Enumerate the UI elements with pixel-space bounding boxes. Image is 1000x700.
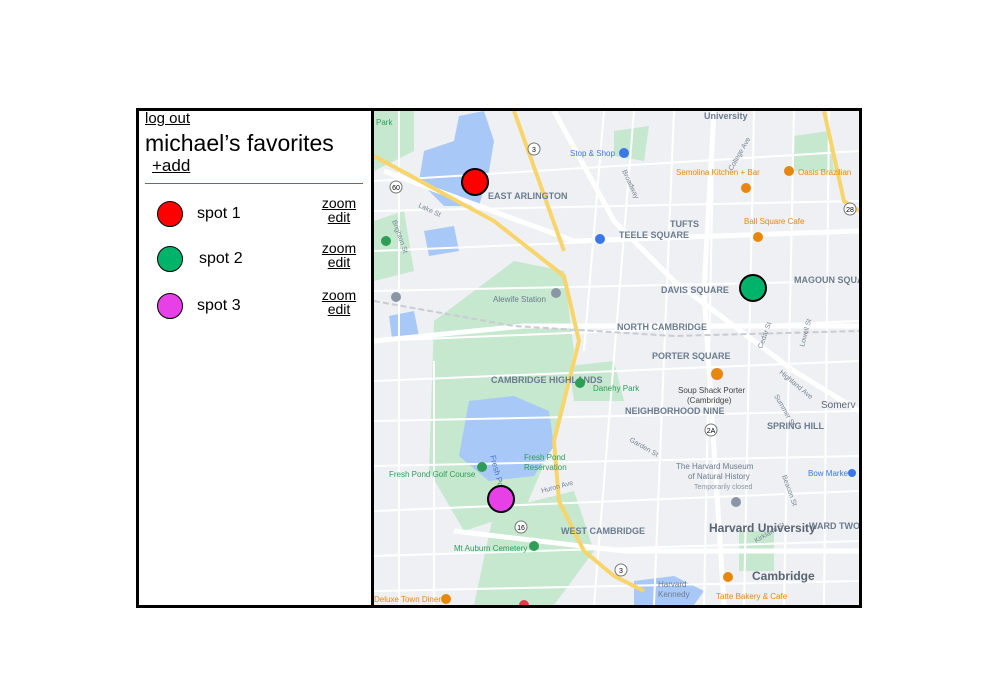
label-ward-two: WARD TWO — [809, 521, 859, 531]
spot-1-actions: zoom edit — [317, 196, 361, 224]
svg-text:(Cambridge): (Cambridge) — [687, 396, 732, 405]
divider — [145, 183, 363, 184]
svg-text:Harvard: Harvard — [658, 580, 686, 589]
cafe-icon — [723, 572, 733, 582]
marker-spot-3[interactable] — [487, 485, 515, 513]
restaurant-icon — [753, 232, 763, 242]
page-title: michael’s favorites — [145, 130, 334, 156]
svg-text:Fresh Pond Golf Course: Fresh Pond Golf Course — [389, 470, 476, 479]
spot-2-actions: zoom edit — [317, 241, 361, 269]
list-item-spot-3: spot 3 zoom edit — [139, 288, 371, 328]
svg-text:Deluxe Town Diner: Deluxe Town Diner — [374, 595, 441, 604]
spot-2-color-dot — [157, 246, 183, 272]
museum-icon — [731, 497, 741, 507]
cemetery-icon — [529, 541, 539, 551]
map-canvas[interactable]: 3 60 16 3 2A 28 EAST ARLINGTON TEELE SQU… — [374, 111, 859, 605]
spot-2-zoom-link[interactable]: zoom — [317, 241, 361, 255]
spot-3-label: spot 3 — [197, 297, 241, 314]
restaurant-icon — [441, 594, 451, 604]
label-tufts: TUFTS — [670, 219, 699, 229]
label-somerville: Somerv — [821, 400, 855, 411]
svg-text:Beacon St: Beacon St — [780, 474, 798, 507]
label-neighborhood-nine: NEIGHBORHOOD NINE — [625, 406, 725, 416]
svg-text:Semolina Kitchen + Bar: Semolina Kitchen + Bar — [676, 168, 760, 177]
svg-text:3: 3 — [619, 568, 623, 575]
restaurant-icon — [741, 183, 751, 193]
svg-text:Park: Park — [376, 118, 393, 127]
svg-text:28: 28 — [846, 207, 854, 214]
golf-icon — [477, 462, 487, 472]
add-spot-button[interactable]: +add — [152, 156, 190, 176]
spot-3-color-dot — [157, 293, 183, 319]
label-teele-square: TEELE SQUARE — [619, 230, 689, 240]
svg-text:60: 60 — [392, 185, 400, 192]
spot-1-color-dot — [157, 201, 183, 227]
svg-text:Kennedy: Kennedy — [658, 590, 690, 599]
label-porter-square: PORTER SQUARE — [652, 351, 731, 361]
svg-text:Alewife Station: Alewife Station — [493, 295, 546, 304]
label-university: University — [704, 111, 748, 121]
label-east-arlington: EAST ARLINGTON — [488, 191, 568, 201]
svg-text:Bow Market: Bow Market — [808, 469, 851, 478]
list-item-spot-1: spot 1 zoom edit — [139, 196, 371, 236]
transit-icon — [551, 288, 561, 298]
svg-text:College Ave: College Ave — [728, 136, 753, 172]
svg-text:16: 16 — [517, 525, 525, 532]
svg-text:Garden St: Garden St — [628, 437, 659, 459]
label-west-cambridge: WEST CAMBRIDGE — [561, 526, 645, 536]
svg-text:Soup Shack Porter: Soup Shack Porter — [678, 386, 745, 395]
spot-3-edit-link[interactable]: edit — [317, 302, 361, 316]
svg-text:Fresh Pond: Fresh Pond — [524, 453, 565, 462]
marker-spot-2[interactable] — [739, 274, 767, 302]
label-north-cambridge: NORTH CAMBRIDGE — [617, 322, 707, 332]
restaurant-icon — [784, 166, 794, 176]
svg-text:Reservation: Reservation — [524, 463, 567, 472]
shopping-icon — [619, 148, 629, 158]
svg-text:Mt Auburn Cemetery: Mt Auburn Cemetery — [454, 544, 527, 553]
label-cambridge: Cambridge — [752, 569, 815, 583]
transit-icon — [391, 292, 401, 302]
poi-stop-shop: Stop & Shop — [570, 149, 615, 158]
svg-text:3: 3 — [532, 147, 536, 154]
spot-3-zoom-link[interactable]: zoom — [317, 288, 361, 302]
svg-text:Tatte Bakery & Cafe: Tatte Bakery & Cafe — [716, 592, 788, 601]
svg-text:Ball Square Cafe: Ball Square Cafe — [744, 217, 805, 226]
logout-link[interactable]: log out — [145, 111, 190, 127]
spot-1-edit-link[interactable]: edit — [317, 210, 361, 224]
marker-spot-1[interactable] — [461, 168, 489, 196]
app-frame: log out michael’s favorites +add spot 1 … — [136, 108, 862, 608]
svg-text:Danehy Park: Danehy Park — [593, 384, 640, 393]
list-item-spot-2: spot 2 zoom edit — [139, 241, 371, 281]
restaurant-icon — [711, 368, 723, 380]
favorites-sidebar: log out michael’s favorites +add spot 1 … — [139, 111, 374, 605]
label-magoun-square: MAGOUN SQUARE — [794, 275, 859, 285]
label-cambridge-highlands: CAMBRIDGE HIGHLANDS — [491, 375, 603, 385]
map-view[interactable]: 3 60 16 3 2A 28 EAST ARLINGTON TEELE SQU… — [374, 111, 859, 605]
park-icon — [575, 378, 585, 388]
spot-3-actions: zoom edit — [317, 288, 361, 316]
spot-1-label: spot 1 — [197, 205, 241, 222]
svg-text:The Harvard Museum: The Harvard Museum — [676, 462, 754, 471]
svg-text:of Natural History: of Natural History — [688, 472, 750, 481]
label-davis-square: DAVIS SQUARE — [661, 285, 729, 295]
svg-text:2A: 2A — [707, 428, 716, 435]
home-icon — [595, 234, 605, 244]
park-icon — [381, 236, 391, 246]
svg-text:Broadway: Broadway — [620, 169, 640, 201]
spot-2-edit-link[interactable]: edit — [317, 255, 361, 269]
spot-1-zoom-link[interactable]: zoom — [317, 196, 361, 210]
svg-text:Oasis Brazilian: Oasis Brazilian — [798, 168, 851, 177]
spot-2-label: spot 2 — [199, 250, 243, 267]
svg-text:Temporarily closed: Temporarily closed — [694, 484, 752, 491]
